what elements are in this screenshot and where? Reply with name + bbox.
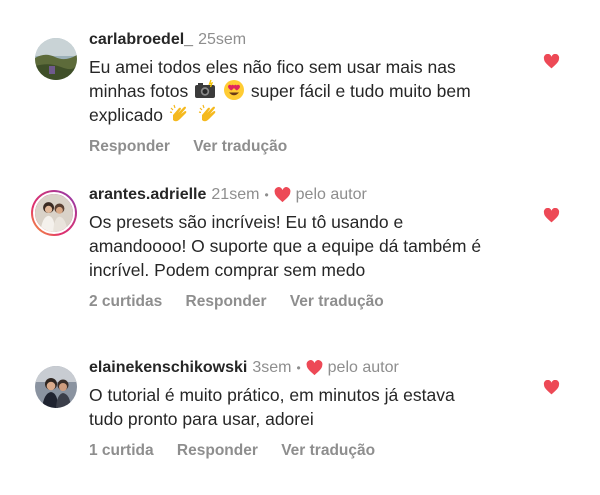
comment-actions: Responder Ver tradução xyxy=(89,138,539,156)
comment-username[interactable]: arantes.adrielle xyxy=(89,185,206,205)
comment-text-line: incrível. Podem comprar sem medo xyxy=(89,260,366,280)
avatar-image xyxy=(35,366,77,408)
comment-timestamp[interactable]: 25sem xyxy=(198,30,246,50)
avatar[interactable] xyxy=(31,190,77,236)
comment-text-line: O tutorial é muito prático, em minutos j… xyxy=(89,385,455,405)
comment-text: O tutorial é muito prático, em minutos j… xyxy=(89,383,539,431)
comment-text-line: amandoooo! O suporte que a equipe dá tam… xyxy=(89,236,482,256)
comment-actions: 1 curtida Responder Ver tradução xyxy=(89,442,539,460)
avatar-image xyxy=(35,38,77,80)
see-translation-button[interactable]: Ver tradução xyxy=(281,442,375,459)
clapping-hands-emoji xyxy=(198,104,216,122)
avatar[interactable] xyxy=(35,366,77,408)
separator-dot: • xyxy=(264,188,269,202)
comment-text-line: minhas fotos xyxy=(89,81,189,101)
see-translation-button[interactable]: Ver tradução xyxy=(290,293,384,310)
likes-count-button[interactable]: 2 curtidas xyxy=(89,293,162,310)
avatar-image xyxy=(35,194,73,232)
comment-text-line: tudo pronto para usar, adorei xyxy=(89,409,314,429)
comment-actions: 2 curtidas Responder Ver tradução xyxy=(89,293,539,311)
likes-count-button[interactable]: 1 curtida xyxy=(89,442,154,459)
comment-username[interactable]: elainekenschikowski xyxy=(89,358,247,378)
comment-timestamp[interactable]: 21sem xyxy=(211,185,259,205)
heart-eyes-emoji xyxy=(223,80,244,100)
heart-filled-icon xyxy=(306,360,323,376)
separator-dot: • xyxy=(296,361,301,375)
heart-filled-icon[interactable] xyxy=(543,54,560,69)
liked-by-author-label: pelo autor xyxy=(327,359,399,376)
clapping-hands-emoji xyxy=(169,104,187,122)
reply-button[interactable]: Responder xyxy=(186,293,267,310)
comment-text-line: Os presets são incríveis! Eu tô usando e xyxy=(89,212,404,232)
comment-text: Eu amei todos eles não fico sem usar mai… xyxy=(89,55,539,127)
comment-text-line: super fácil e tudo muito bem xyxy=(250,81,471,101)
avatar[interactable] xyxy=(35,38,77,80)
heart-filled-icon xyxy=(274,187,291,203)
comment-text: Os presets são incríveis! Eu tô usando e… xyxy=(89,210,539,282)
reply-button[interactable]: Responder xyxy=(89,138,170,155)
see-translation-button[interactable]: Ver tradução xyxy=(193,138,287,155)
comment-text-line: Eu amei todos eles não fico sem usar mai… xyxy=(89,57,456,77)
heart-filled-icon[interactable] xyxy=(543,380,560,395)
comment-timestamp[interactable]: 3sem xyxy=(252,358,291,378)
liked-by-author-label: pelo autor xyxy=(295,186,367,203)
heart-filled-icon[interactable] xyxy=(543,208,560,223)
comment-text-line: explicado xyxy=(89,105,163,125)
comment-username[interactable]: carlabroedel_ xyxy=(89,30,193,50)
camera-flash-emoji xyxy=(195,79,216,98)
reply-button[interactable]: Responder xyxy=(177,442,258,459)
